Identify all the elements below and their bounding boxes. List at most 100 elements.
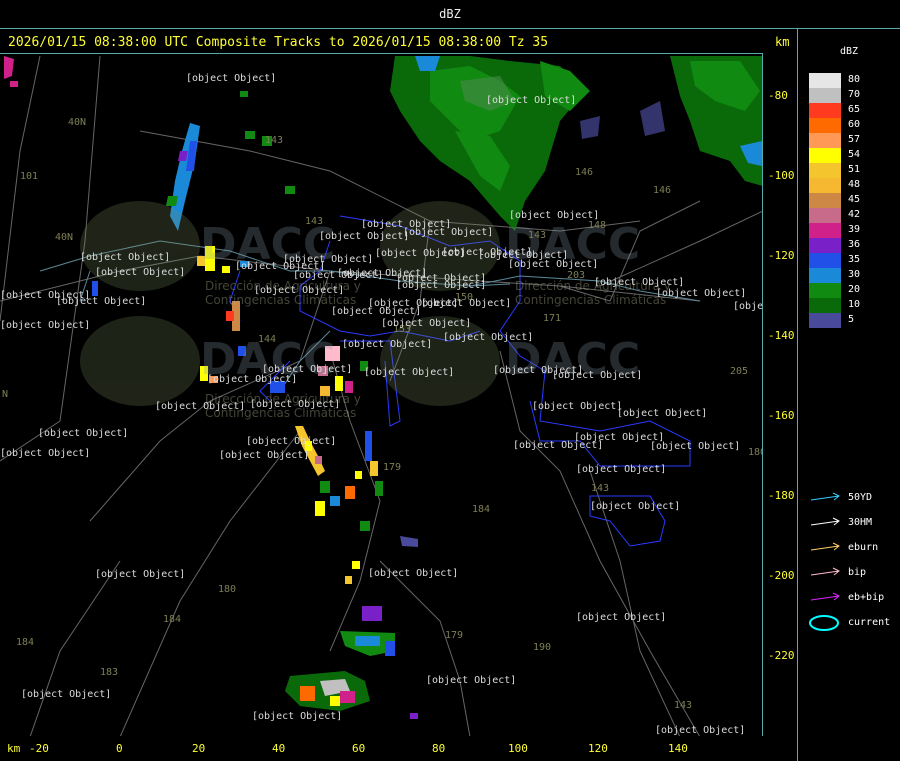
place-label: [object Object] [0,290,91,301]
place-label: [object Object] [207,374,298,385]
place-label: [object Object] [283,254,374,265]
place-label: [object Object] [0,448,91,459]
route-label: 143 [528,230,547,241]
legend-track-label: current [848,617,891,628]
track-arrow-icon [810,517,840,526]
place-label: [object Object] [486,95,577,106]
y-tick-label: -140 [768,329,795,342]
place-label: [object Object] [594,277,685,288]
legend-swatch-label: 54 [848,149,861,160]
x-tick-label: 80 [432,742,446,755]
place-label: [object Object] [342,339,433,350]
composite-subtitle: 2026/01/15 08:38:00 UTC Composite Tracks… [8,35,549,50]
legend-swatch [809,148,841,163]
legend-swatch-label: 65 [848,104,861,115]
y-tick-label: -100 [768,169,795,182]
x-tick-label: 120 [588,742,608,755]
route-label: 179 [445,630,464,641]
legend-swatch-label: 20 [848,284,861,295]
legend-swatch-label: 60 [848,119,861,130]
route-label: 146 [653,185,672,196]
x-tick-label: 40 [272,742,286,755]
legend-swatch-label: 48 [848,179,861,190]
place-label: [object Object] [443,332,534,343]
legend-swatch [809,163,841,178]
window-title: dBZ [439,7,461,21]
x-tick-label: 60 [352,742,366,755]
route-label: 40N [55,232,74,243]
legend-swatch-label: 35 [848,254,861,265]
echo-cluster-north [240,56,762,231]
place-label: [object Object] [509,210,600,221]
legend-swatch [809,73,841,88]
track-arrow-icon [810,542,840,551]
legend-track-label: eb+bip [848,592,885,603]
x-tick-label: -20 [29,742,49,755]
place-label: [object Object] [403,227,494,238]
route-label: 143 [305,216,324,227]
route-label: 180 [748,447,762,458]
x-tick-label: 20 [192,742,206,755]
place-label: [object Object] [576,612,667,623]
radar-map[interactable]: DACC DACC DACC DACC Dirección de Agricul… [0,53,763,736]
x-axis: km -20 0 20 40 60 80 100 120 140 [0,740,763,761]
route-label: N [2,389,9,400]
km-unit-top: km [775,35,790,49]
legend-swatch [809,283,841,298]
route-label: 146 [575,167,594,178]
route-label: 143 [674,700,693,711]
legend-swatch [809,223,841,238]
place-label: [object Object] [250,399,341,410]
place-label: [object Object] [650,441,741,452]
place-label: [object Object] [186,73,277,84]
place-label: [object Object] [80,252,171,263]
top-bar: dBZ [0,0,900,29]
place-label: [object Object] [421,298,512,309]
place-label: [object Object] [254,285,345,296]
place-label: [object Object] [508,259,599,270]
place-label: [object Object] [656,288,747,299]
x-tick-label: 0 [116,742,123,755]
legend-swatch [809,178,841,193]
track-arrow-icon [810,592,840,601]
route-label: 190 [533,642,552,653]
track-arrow-icon [810,567,840,576]
place-label: [object Object] [219,450,310,461]
y-tick-label: -200 [768,569,795,582]
place-label: [object Object] [155,401,246,412]
route-label: 205 [730,366,749,377]
y-tick-label: -220 [768,649,795,662]
y-tick-label: -180 [768,489,795,502]
legend-swatch-label: 42 [848,209,861,220]
place-label: [object Object] [733,301,763,312]
legend-swatch-label: 80 [848,74,861,85]
legend-swatch [809,103,841,118]
legend-divider [797,29,798,761]
place-label: [object Object] [655,725,746,736]
place-label: [object Object] [368,568,459,579]
y-tick-label: -80 [768,89,788,102]
place-label: [object Object] [319,231,410,242]
legend-track-label: eburn [848,542,879,553]
y-tick-label: -120 [768,249,795,262]
place-label: [object Object] [513,440,604,451]
place-label: [object Object] [246,436,337,447]
legend-swatch [809,88,841,103]
place-label: [object Object] [331,306,422,317]
route-label: 184 [16,637,35,648]
km-unit-bottom: km [7,742,21,755]
legend-swatch-label: 30 [848,269,861,280]
place-label: [object Object] [552,370,643,381]
legend-unit: dBZ [840,46,859,57]
route-label: 143 [591,483,610,494]
place-label: [object Object] [381,318,472,329]
dbz-legend: dBZ 80 70 65 60 57 54 51 48 45 42 39 36 35 30 20 10 5 50… [800,40,900,760]
current-ellipse-icon [809,615,839,631]
legend-track-label: bip [848,567,867,578]
legend-swatch-label: 10 [848,299,861,310]
legend-swatch [809,133,841,148]
place-label: [object Object] [396,280,487,291]
route-label: 203 [567,270,586,281]
place-label: [object Object] [617,408,708,419]
legend-swatch-label: 45 [848,194,861,205]
